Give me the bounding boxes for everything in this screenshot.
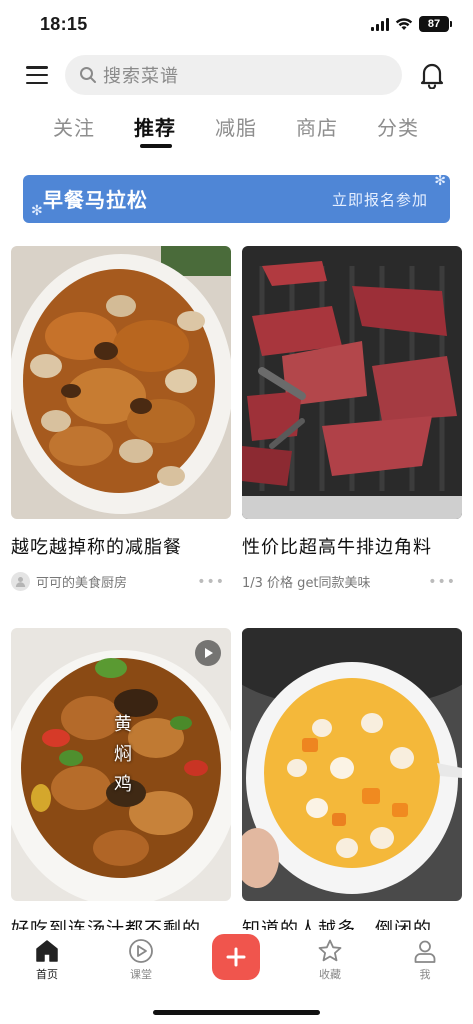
tab-classroom-label: 课堂 — [130, 968, 152, 981]
add-recipe-button[interactable] — [212, 934, 260, 980]
recipe-subtitle: 1/3 价格 get同款美味 — [242, 575, 371, 591]
more-options-icon[interactable]: ••• — [197, 574, 225, 590]
person-icon — [15, 576, 26, 587]
menu-icon[interactable] — [26, 66, 48, 84]
author-name[interactable]: 可可的美食厨房 — [36, 572, 127, 591]
play-icon — [129, 939, 153, 963]
tab-home-label: 首页 — [36, 968, 58, 981]
person-icon — [414, 940, 436, 963]
tab-fat-loss[interactable]: 减脂 — [215, 112, 257, 141]
recipe-card[interactable]: 知道的人越多，倒闭的 — [242, 628, 462, 941]
mushroom-chicken-photo — [11, 246, 231, 519]
recipe-card[interactable]: 黄 焖 鸡 好吃到连汤汁都不剩的 — [11, 628, 231, 941]
more-options-icon[interactable]: ••• — [428, 574, 456, 590]
snowflake-icon: ✻ — [434, 175, 446, 189]
tab-follow[interactable]: 关注 — [53, 112, 95, 141]
tab-recommend[interactable]: 推荐 — [134, 112, 176, 141]
recipe-title: 越吃越掉称的减脂餐 — [11, 537, 182, 558]
search-icon — [80, 67, 96, 83]
recipe-title: 性价比超高牛排边角料 — [242, 537, 432, 558]
grilled-beef-photo — [242, 246, 462, 519]
mango-dessert-photo — [242, 628, 462, 901]
recipe-card[interactable]: 越吃越掉称的减脂餐 可可的美食厨房 ••• — [11, 246, 231, 591]
tab-home[interactable]: 首页 — [17, 938, 77, 982]
tab-me-label: 我 — [419, 968, 431, 981]
home-indicator — [153, 1010, 320, 1015]
status-icons: 87 — [371, 16, 452, 32]
battery-icon: 87 — [419, 16, 452, 32]
tab-favorites[interactable]: 收藏 — [300, 938, 360, 982]
avatar[interactable] — [11, 571, 30, 591]
search-placeholder: 搜索菜谱 — [103, 66, 179, 87]
cellular-signal-icon — [371, 17, 389, 31]
banner-cta[interactable]: 立即报名参加 — [332, 189, 428, 210]
battery-level: 87 — [427, 18, 441, 30]
recipe-card[interactable]: 性价比超高牛排边角料 1/3 价格 get同款美味 ••• — [242, 246, 462, 591]
status-time: 18:15 — [40, 14, 88, 34]
category-tabs: 关注 推荐 减脂 商店 分类 — [0, 110, 473, 154]
search-input[interactable]: 搜索菜谱 — [65, 55, 402, 95]
wifi-icon — [395, 18, 413, 30]
tab-categories[interactable]: 分类 — [377, 112, 419, 141]
status-bar: 18:15 87 — [0, 0, 473, 50]
active-tab-indicator — [140, 144, 172, 148]
plus-icon — [226, 947, 246, 967]
snowflake-icon: ✻ — [31, 203, 43, 219]
tab-store[interactable]: 商店 — [296, 112, 338, 141]
video-play-icon[interactable] — [195, 640, 221, 666]
tab-classroom[interactable]: 课堂 — [111, 938, 171, 982]
home-icon — [36, 940, 58, 962]
bell-icon[interactable] — [419, 61, 445, 89]
recipe-author-row: 可可的美食厨房 ••• — [11, 571, 231, 591]
tab-me[interactable]: 我 — [395, 938, 455, 982]
star-icon — [318, 939, 342, 962]
dish-overlay-text: 黄 焖 鸡 — [114, 714, 132, 795]
banner-title: 早餐马拉松 — [43, 188, 148, 212]
promo-banner[interactable]: ✻ ✻ 早餐马拉松 立即报名参加 — [23, 175, 450, 223]
tab-favorites-label: 收藏 — [319, 968, 341, 981]
recipe-meta-row: 1/3 价格 get同款美味 ••• — [242, 571, 462, 591]
braised-chicken-photo: 黄 焖 鸡 — [11, 628, 231, 901]
